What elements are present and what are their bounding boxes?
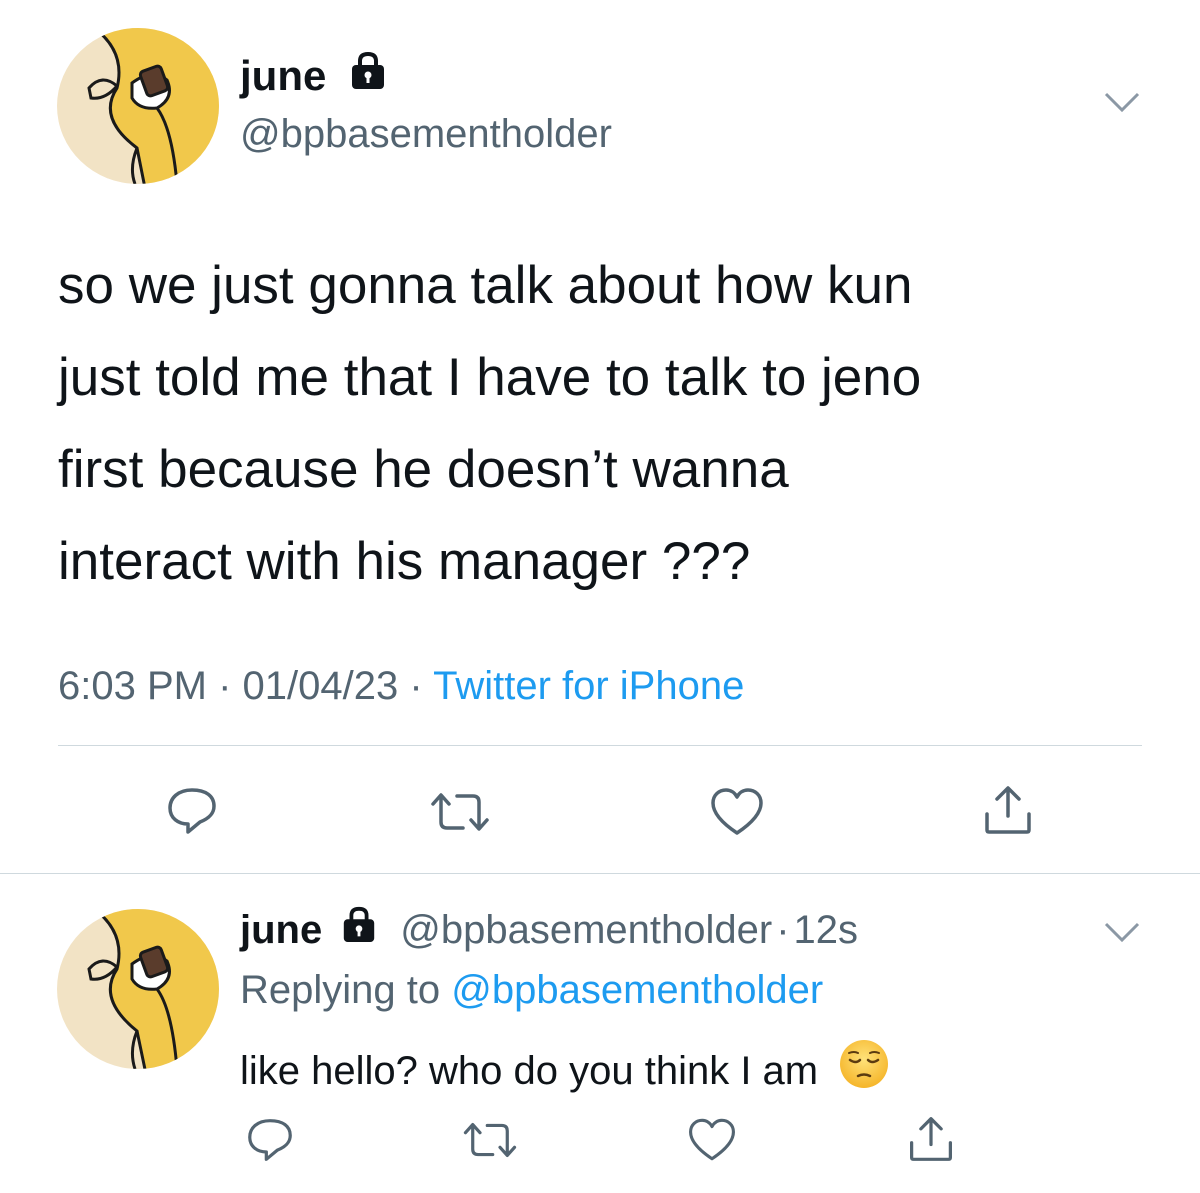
chevron-down-icon[interactable] <box>1102 920 1142 944</box>
retweet-button[interactable] <box>424 787 496 837</box>
tweet-date: 01/04/23 <box>242 664 399 708</box>
reply-button[interactable] <box>160 783 224 839</box>
like-button[interactable] <box>706 785 768 839</box>
like-icon <box>711 788 763 835</box>
retweet-icon <box>431 793 489 831</box>
meta-separator: · <box>409 664 423 708</box>
tweet-meta: 6:03 PM · 01/04/23 · Twitter for iPhone <box>58 660 744 712</box>
reply-button[interactable] <box>240 1112 300 1168</box>
cartoon-avatar-icon <box>57 909 219 1069</box>
like-icon <box>689 1118 735 1161</box>
reply-text-row: like hello? who do you think I am <box>240 1038 890 1103</box>
reply-text: like hello? who do you think I am <box>240 1048 819 1093</box>
reply-header: june @bpbasementholder · 12s <box>240 904 858 956</box>
share-button[interactable] <box>980 782 1036 838</box>
like-button[interactable] <box>684 1114 740 1166</box>
replying-to-handle[interactable]: @bpbasementholder <box>451 968 823 1012</box>
replying-prefix: Replying to <box>240 968 441 1012</box>
pensive-face-icon <box>838 1038 890 1103</box>
author-name-row[interactable]: june <box>240 50 388 102</box>
cartoon-avatar-icon <box>57 28 219 184</box>
retweet-icon <box>463 1122 517 1158</box>
divider <box>0 873 1200 874</box>
author-handle[interactable]: @bpbasementholder <box>240 110 612 158</box>
share-icon <box>910 1117 952 1161</box>
meta-separator: · <box>776 908 790 952</box>
tweet-source[interactable]: Twitter for iPhone <box>433 664 744 708</box>
retweet-button[interactable] <box>456 1116 524 1164</box>
reply-author-handle[interactable]: @bpbasementholder <box>400 904 772 956</box>
author-display-name[interactable]: june <box>240 50 326 102</box>
lock-icon <box>348 50 388 102</box>
reply-age: 12s <box>793 908 859 952</box>
lock-icon <box>340 904 378 956</box>
reply-icon <box>248 1119 292 1161</box>
chevron-down-icon[interactable] <box>1102 90 1142 114</box>
replying-to: Replying to @bpbasementholder <box>240 964 823 1016</box>
avatar[interactable] <box>57 28 219 184</box>
avatar[interactable] <box>57 909 219 1069</box>
reply-author-name[interactable]: june <box>240 904 322 956</box>
divider <box>58 745 1142 746</box>
tweet-text: so we just gonna talk about how kun just… <box>58 256 922 591</box>
tweet-time: 6:03 PM <box>58 664 207 708</box>
reply-icon <box>168 788 216 834</box>
share-button[interactable] <box>904 1112 958 1166</box>
share-icon <box>985 786 1031 834</box>
meta-separator: · <box>218 664 232 708</box>
